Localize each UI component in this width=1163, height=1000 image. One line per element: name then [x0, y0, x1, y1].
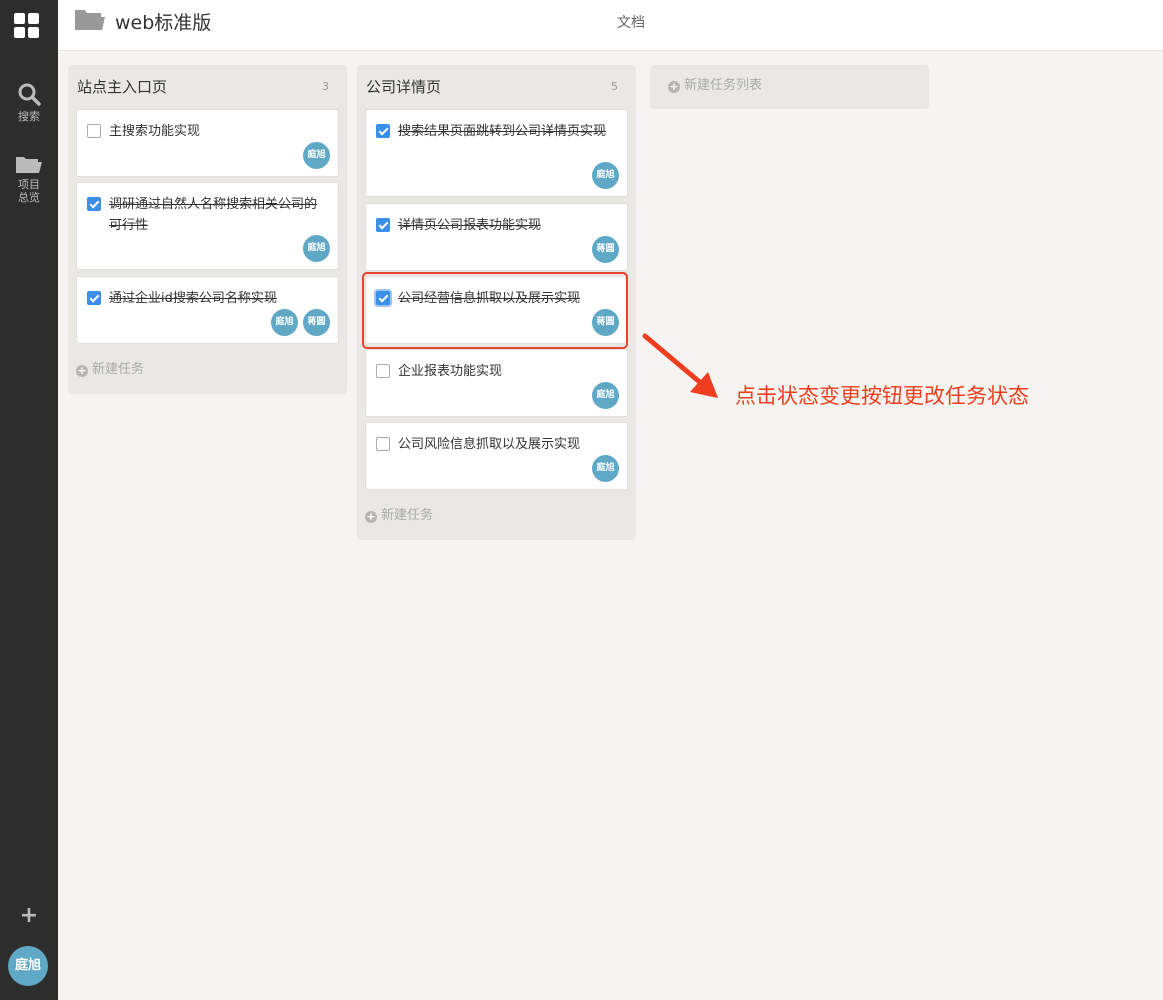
member-avatar[interactable]: 蒋圆 [592, 236, 619, 263]
new-task-list-label: 新建任务列表 [684, 78, 763, 93]
member-avatar[interactable]: 庭旭 [592, 162, 619, 189]
highlight-box [362, 272, 628, 349]
header: web标准版 文档 [58, 0, 1163, 51]
sidebar-projects-label-2: 总览 [18, 191, 40, 204]
user-avatar[interactable]: 庭旭 [8, 946, 48, 986]
new-task-label: 新建任务 [381, 508, 434, 523]
task-members: 庭旭 [587, 382, 619, 409]
new-task-button[interactable]: + 新建任务 [365, 507, 433, 525]
task-title: 通过企业id搜索公司名称实现 [109, 291, 277, 306]
task-card[interactable]: 主搜索功能实现 庭旭 [76, 109, 339, 177]
task-title: 企业报表功能实现 [398, 364, 503, 379]
task-card[interactable]: 详情页公司报表功能实现 蒋圆 [365, 203, 628, 271]
list-count: 5 [611, 80, 618, 93]
task-members: 庭旭 [587, 455, 619, 482]
task-status-checkbox[interactable] [376, 218, 390, 232]
project-folder-icon [75, 10, 105, 30]
task-card[interactable]: 搜索结果页面跳转到公司详情页实现 庭旭 [365, 109, 628, 197]
task-title: 搜索结果页面跳转到公司详情页实现 [398, 124, 607, 139]
member-avatar[interactable]: 庭旭 [271, 309, 298, 336]
sidebar-item-search[interactable]: 搜索 [0, 82, 58, 123]
sidebar-projects-label-1: 项目 [18, 178, 40, 191]
task-members: 庭旭 [298, 235, 330, 262]
task-card[interactable]: 调研通过自然人名称搜索相关公司的可行性 庭旭 [76, 182, 339, 270]
annotation-text: 点击状态变更按钮更改任务状态 [735, 384, 1029, 408]
sidebar: 搜索 项目 总览 + 庭旭 [0, 0, 58, 1000]
list-title[interactable]: 站点主入口页 [77, 77, 167, 97]
member-avatar[interactable]: 庭旭 [303, 142, 330, 169]
project-title[interactable]: web标准版 [115, 10, 211, 36]
list-title[interactable]: 公司详情页 [366, 77, 441, 97]
task-title: 主搜索功能实现 [109, 124, 201, 139]
new-task-list-button[interactable]: + 新建任务列表 [650, 65, 929, 109]
task-status-checkbox[interactable] [87, 124, 101, 138]
task-status-checkbox[interactable] [376, 124, 390, 138]
plus-circle-icon: + [76, 364, 88, 377]
task-status-checkbox[interactable] [87, 197, 101, 211]
plus-circle-icon: + [668, 80, 680, 93]
task-members: 庭旭 [298, 142, 330, 169]
task-status-checkbox[interactable] [376, 437, 390, 451]
member-avatar[interactable]: 蒋圆 [303, 309, 330, 336]
new-task-label: 新建任务 [92, 362, 145, 377]
task-members: 庭旭 蒋圆 [266, 309, 330, 336]
task-card[interactable]: 企业报表功能实现 庭旭 [365, 349, 628, 417]
new-task-button[interactable]: + 新建任务 [76, 361, 144, 379]
member-avatar[interactable]: 庭旭 [303, 235, 330, 262]
sidebar-search-label: 搜索 [18, 110, 40, 123]
task-status-checkbox[interactable] [87, 291, 101, 305]
task-members: 庭旭 [587, 162, 619, 189]
list-count: 3 [322, 80, 329, 93]
app-grid-icon[interactable] [14, 13, 40, 39]
annotation-arrow-icon [642, 333, 718, 398]
task-status-checkbox[interactable] [376, 364, 390, 378]
tab-docs[interactable]: 文档 [617, 13, 645, 33]
task-title: 公司风险信息抓取以及展示实现 [398, 437, 581, 452]
add-project-button[interactable]: + [0, 903, 58, 929]
task-title: 详情页公司报表功能实现 [398, 218, 542, 233]
task-members: 蒋圆 [587, 236, 619, 263]
task-card[interactable]: 公司风险信息抓取以及展示实现 庭旭 [365, 422, 628, 490]
member-avatar[interactable]: 庭旭 [592, 455, 619, 482]
task-title: 调研通过自然人名称搜索相关公司的可行性 [109, 197, 318, 233]
task-card[interactable]: 通过企业id搜索公司名称实现 庭旭 蒋圆 [76, 276, 339, 344]
folder-icon [16, 157, 42, 173]
plus-circle-icon: + [365, 510, 377, 523]
task-list-site-entry: 站点主入口页 3 主搜索功能实现 庭旭 调研通过自然人名称搜索相关公司的可行性 … [68, 65, 347, 394]
search-icon [18, 83, 41, 106]
sidebar-item-projects[interactable]: 项目 总览 [0, 154, 58, 204]
member-avatar[interactable]: 庭旭 [592, 382, 619, 409]
